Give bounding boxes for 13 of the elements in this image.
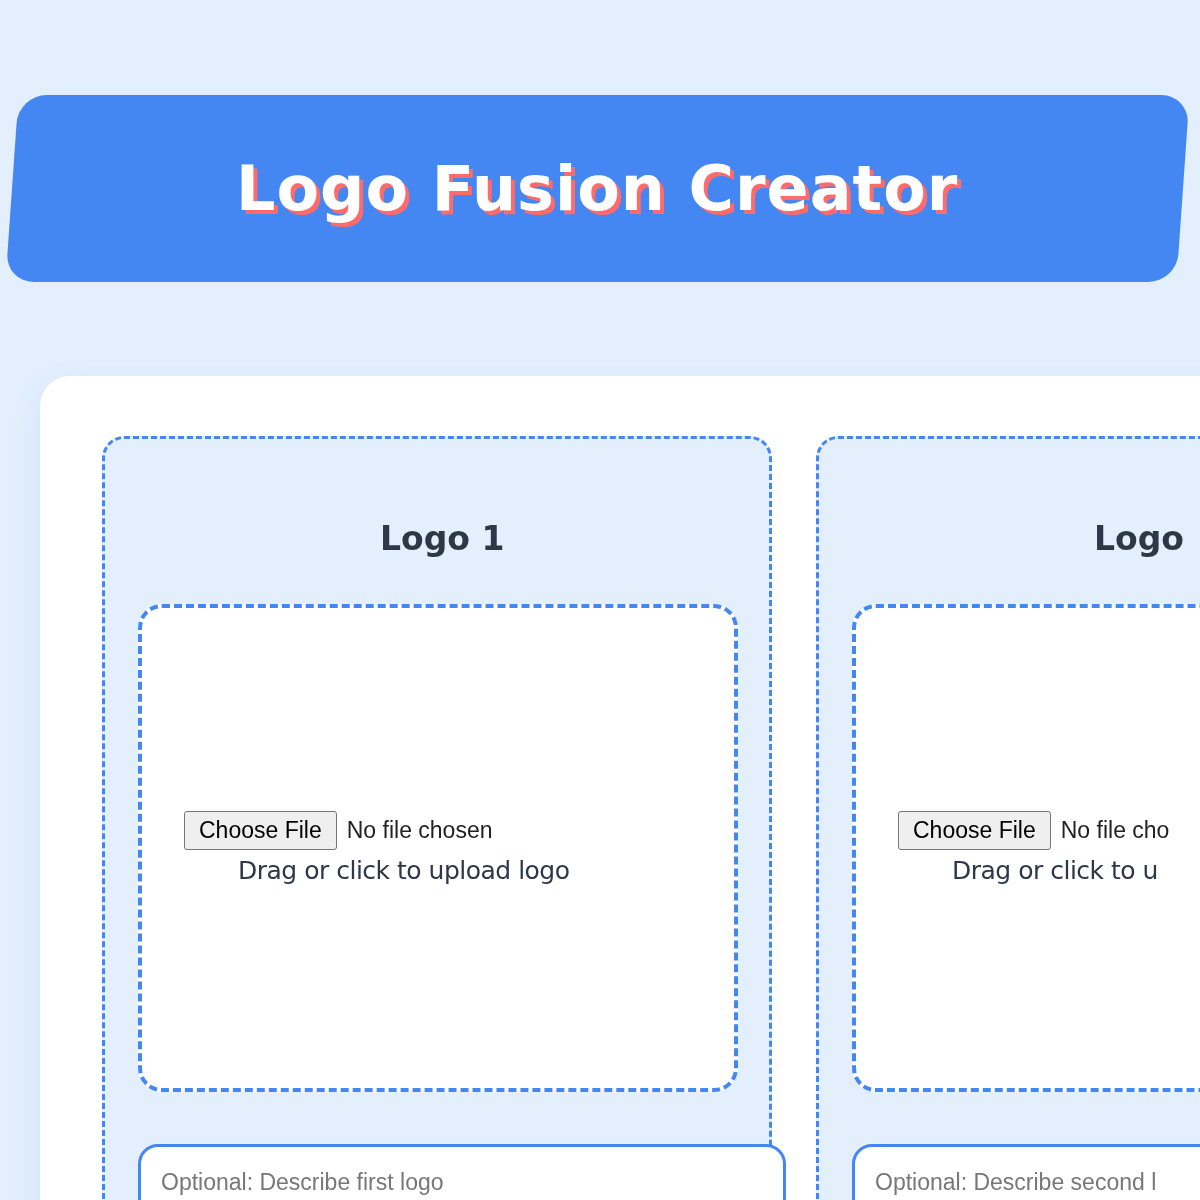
choose-file-button[interactable]: Choose File xyxy=(898,811,1051,850)
choose-file-button[interactable]: Choose File xyxy=(184,811,337,850)
description-field[interactable]: Optional: Describe second l xyxy=(852,1144,1200,1200)
app-title: Logo Fusion Creator xyxy=(236,152,959,225)
upload-zone[interactable]: Choose File No file chosen Drag or click to upload logo xyxy=(138,604,738,1092)
card-title: Logo xyxy=(1094,519,1184,558)
description-field[interactable]: Optional: Describe first logo xyxy=(138,1144,786,1200)
upload-hint: Drag or click to upload logo xyxy=(238,856,571,885)
file-status: No file chosen xyxy=(346,817,493,844)
upload-hint: Drag or click to u xyxy=(952,856,1159,885)
file-status: No file cho xyxy=(1060,817,1170,844)
upload-zone[interactable]: Choose File No file cho Drag or click to u xyxy=(852,604,1200,1092)
card-title: Logo 1 xyxy=(380,519,505,558)
